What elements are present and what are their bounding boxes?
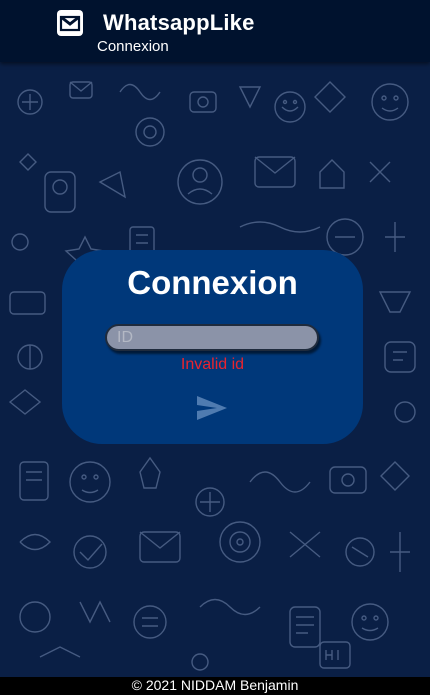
login-title: Connexion [127,264,298,301]
send-button[interactable] [195,393,229,423]
id-input[interactable] [105,324,319,351]
envelope-icon [57,10,83,36]
app-header: WhatsappLike Connexion [0,0,430,62]
page-subtitle: Connexion [97,38,169,55]
app-title: WhatsappLike [103,10,255,35]
send-icon [197,396,227,420]
footer: © 2021 NIDDAM Benjamin [0,677,430,695]
error-message: Invalid id [180,356,245,373]
login-card: Connexion Invalid id [62,250,363,444]
